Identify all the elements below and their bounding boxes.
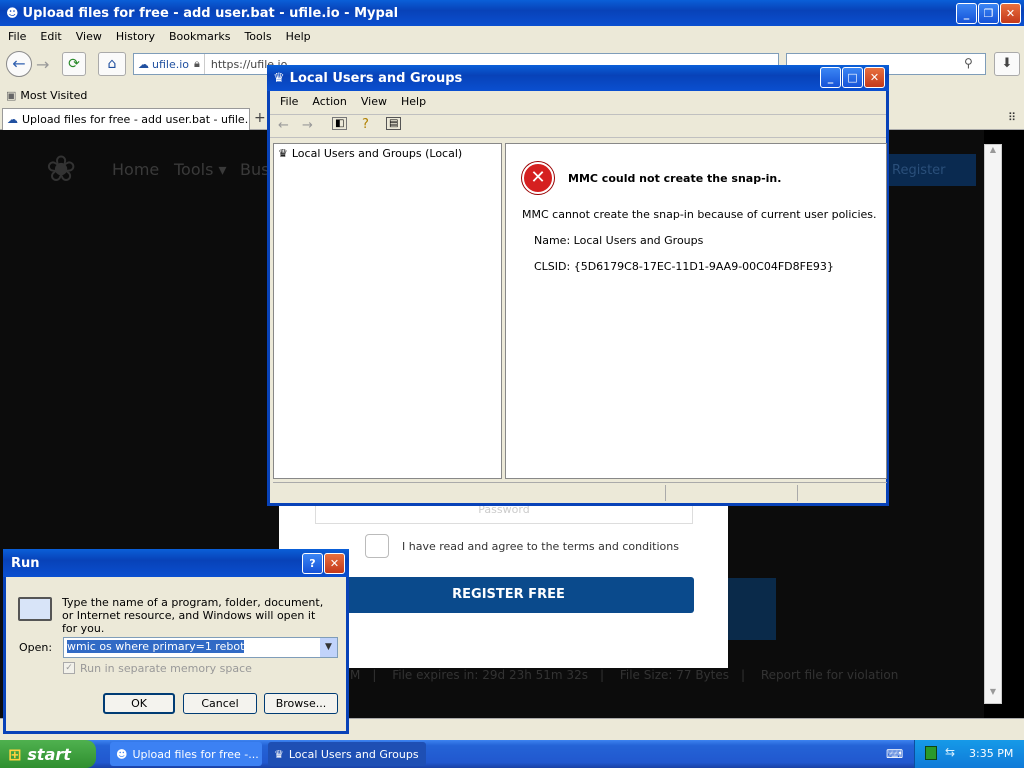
run-help-button[interactable]: ?: [302, 553, 323, 574]
mmc-result-pane: ✕ MMC could not create the snap-in. MMC …: [505, 143, 887, 479]
open-combobox[interactable]: wmic os where primary=1 rebot ▼: [63, 637, 338, 658]
download-icon[interactable]: ⬇: [994, 52, 1020, 76]
report-link[interactable]: Report file for violation: [761, 668, 898, 682]
site-nav-business[interactable]: Bus: [240, 160, 269, 179]
mmc-menu-help[interactable]: Help: [401, 95, 426, 108]
mmc-titlebar: ♛ Local Users and Groups: [267, 65, 889, 91]
mmc-close-button[interactable]: ✕: [864, 67, 885, 88]
mmc-window: ♛ Local Users and Groups _ □ ✕ File Acti…: [267, 65, 889, 506]
cancel-button[interactable]: Cancel: [183, 693, 257, 714]
lock-icon: 🔒︎: [194, 57, 200, 70]
menu-file[interactable]: File: [8, 30, 26, 43]
run-close-button[interactable]: ✕: [324, 553, 345, 574]
site-identity[interactable]: ☁ ufile.io 🔒︎: [134, 54, 205, 74]
mmc-statusbar: [273, 482, 887, 502]
combobox-chevron-down-icon[interactable]: ▼: [320, 638, 337, 657]
back-icon[interactable]: ←: [6, 51, 32, 77]
mmc-maximize-button[interactable]: □: [842, 67, 863, 88]
separate-memory-label: Run in separate memory space: [80, 662, 252, 675]
run-dialog: Run ? ✕ Type the name of a program, fold…: [3, 549, 349, 734]
clock: 3:35 PM: [969, 747, 1014, 760]
error-message: MMC cannot create the snap-in because of…: [522, 208, 877, 221]
mmc-back-icon[interactable]: ←: [278, 118, 289, 133]
snapin-name: Name: Local Users and Groups: [534, 234, 704, 247]
start-button[interactable]: ⊞ start: [0, 740, 96, 768]
error-title: MMC could not create the snap-in.: [568, 172, 782, 185]
show-hide-tree-icon[interactable]: ◧: [332, 117, 348, 130]
browser-restore-button[interactable]: ❐: [978, 3, 999, 24]
mmc-toolbar: ← → ◧ ? ▤: [270, 114, 886, 138]
bookmark-most-visited[interactable]: Most Visited: [20, 89, 87, 102]
run-icon: [18, 597, 52, 621]
file-info-bar: M | File expires in: 29d 23h 51m 32s | Fil…: [350, 668, 899, 682]
keyboard-icon[interactable]: ⌨: [886, 747, 903, 761]
menu-view[interactable]: View: [76, 30, 102, 43]
users-groups-icon: ♛: [278, 147, 288, 160]
taskbar-item-browser[interactable]: ☻ Upload files for free -...: [110, 742, 262, 766]
mmc-forward-icon[interactable]: →: [302, 118, 313, 133]
run-description: Type the name of a program, folder, docu…: [62, 596, 324, 635]
browser-minimize-button[interactable]: _: [956, 3, 977, 24]
site-logo-icon[interactable]: ❀: [46, 150, 94, 190]
run-titlebar: Run: [3, 549, 349, 577]
ok-button[interactable]: OK: [103, 693, 175, 714]
command-text[interactable]: wmic os where primary=1 rebot: [67, 640, 245, 653]
browser-close-button[interactable]: ✕: [1000, 3, 1021, 24]
menu-tools[interactable]: Tools: [244, 30, 271, 43]
properties-icon[interactable]: ▤: [386, 117, 402, 130]
menu-help[interactable]: Help: [286, 30, 311, 43]
mmc-minimize-button[interactable]: _: [820, 67, 841, 88]
scroll-down-icon[interactable]: ▼: [985, 687, 1001, 703]
bookmark-icon: ▣: [6, 88, 17, 102]
browser-tab[interactable]: ☁ Upload files for free - add user.bat -…: [2, 108, 250, 130]
register-free-button[interactable]: REGISTER FREE: [323, 577, 694, 613]
tray-app-icon[interactable]: [925, 746, 937, 760]
mmc-menubar: File Action View Help: [280, 95, 440, 108]
scroll-up-icon[interactable]: ▲: [985, 145, 1001, 161]
browser-menubar: File Edit View History Bookmarks Tools H…: [0, 26, 1024, 46]
terms-label: I have read and agree to the terms and c…: [402, 540, 679, 553]
tab-favicon: ☁: [7, 113, 18, 126]
help-icon[interactable]: ?: [362, 117, 369, 132]
network-icon[interactable]: ⇆: [945, 745, 955, 759]
terms-checkbox[interactable]: [365, 534, 389, 558]
system-tray: ⇆ 3:35 PM: [914, 740, 1024, 768]
site-register-link[interactable]: Register: [884, 154, 976, 186]
cloud-icon: ☁: [138, 57, 149, 71]
reload-icon[interactable]: ⟳: [62, 52, 86, 76]
windows-logo-icon: ⊞: [8, 744, 22, 764]
grid-icon[interactable]: ⠿: [1008, 111, 1016, 124]
search-icon[interactable]: ⚲: [964, 56, 973, 70]
app-icon: ☻: [6, 6, 19, 20]
menu-bookmarks[interactable]: Bookmarks: [169, 30, 230, 43]
mmc-taskbar-icon: ♛: [274, 747, 284, 761]
forward-icon[interactable]: →: [36, 55, 49, 74]
snapin-clsid: CLSID: {5D6179C8-17EC-11D1-9AA9-00C04FD8…: [534, 260, 834, 273]
separate-memory-checkbox: ✓: [63, 662, 75, 674]
mmc-app-icon: ♛: [273, 70, 285, 86]
mmc-tree-pane: ♛ Local Users and Groups (Local): [273, 143, 502, 479]
browse-button[interactable]: Browse...: [264, 693, 338, 714]
browser-taskbar-icon: ☻: [116, 747, 128, 761]
taskbar: ⊞ start ☻ Upload files for free -... ♛ L…: [0, 740, 1024, 768]
home-icon[interactable]: ⌂: [98, 52, 126, 76]
page-scrollbar[interactable]: ▲ ▼: [984, 144, 1002, 704]
menu-history[interactable]: History: [116, 30, 155, 43]
tree-item-local-users[interactable]: ♛ Local Users and Groups (Local): [274, 144, 501, 163]
site-nav-tools[interactable]: Tools ▾: [174, 160, 227, 179]
new-tab-button[interactable]: +: [254, 110, 266, 126]
site-side-panel: [728, 578, 776, 640]
error-icon: ✕: [522, 162, 554, 194]
site-nav-home[interactable]: Home: [112, 160, 159, 179]
mmc-menu-file[interactable]: File: [280, 95, 298, 108]
taskbar-item-mmc[interactable]: ♛ Local Users and Groups: [268, 742, 426, 766]
mmc-menu-action[interactable]: Action: [312, 95, 346, 108]
browser-titlebar: ☻ Upload files for free - add user.bat -…: [0, 0, 1024, 26]
mmc-menu-view[interactable]: View: [361, 95, 387, 108]
menu-edit[interactable]: Edit: [40, 30, 61, 43]
open-label: Open:: [19, 641, 53, 654]
browser-title: Upload files for free - add user.bat - u…: [22, 5, 399, 21]
